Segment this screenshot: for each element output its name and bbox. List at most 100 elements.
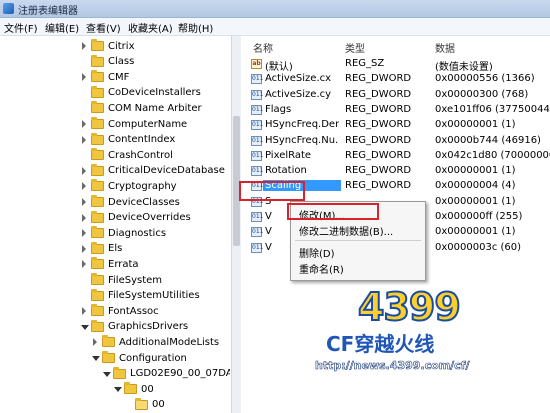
collapsed-arrow-icon[interactable]: [80, 178, 89, 194]
value-data: 0x00000001 (1): [435, 119, 516, 131]
column-header-data[interactable]: 数据: [435, 40, 455, 55]
folder-icon: [91, 273, 104, 285]
value-row[interactable]: 011 ActiveSize.cx REG_DWORD 0x00000556 (136…: [245, 71, 550, 87]
tree-node[interactable]: FileSystemUtilities: [80, 288, 200, 304]
menu-help[interactable]: 帮助(H): [178, 20, 213, 35]
value-name: Rotation: [265, 165, 307, 177]
modify-highlight-box: [287, 203, 379, 220]
tree-scrollbar[interactable]: [231, 36, 241, 413]
collapsed-arrow-icon[interactable]: [80, 38, 89, 54]
tree-node-label: FontAssoc: [108, 305, 159, 317]
collapsed-arrow-icon[interactable]: [80, 116, 89, 132]
value-data: 0x00000556 (1366): [435, 73, 535, 85]
collapsed-arrow-icon[interactable]: [80, 225, 89, 241]
reg-dword-icon: 011: [251, 242, 264, 253]
reg-dword-icon: 011: [251, 135, 264, 146]
collapsed-arrow-icon[interactable]: [80, 210, 89, 226]
tree-node-label: AdditionalModeLists: [119, 336, 220, 348]
menu-edit[interactable]: 编辑(E): [45, 20, 79, 35]
value-row[interactable]: 011HSyncFreq.Den... REG_DWORD 0x00000001 (…: [245, 117, 550, 133]
menu-favorites[interactable]: 收藏夹(A): [128, 20, 173, 35]
tree-node[interactable]: 00: [113, 381, 154, 397]
no-expander: [80, 85, 89, 101]
tree-node[interactable]: GraphicsDrivers: [80, 319, 188, 335]
expanded-arrow-icon[interactable]: [80, 319, 89, 335]
collapsed-arrow-icon[interactable]: [80, 132, 89, 148]
tree-node[interactable]: CriticalDeviceDatabase: [80, 163, 225, 179]
context-menu-delete[interactable]: 删除(D): [299, 245, 335, 260]
value-type: REG_DWORD: [345, 103, 412, 115]
tree-node-label: Errata: [108, 258, 139, 270]
value-row[interactable]: 011 HSyncFreq.Nu... REG_DWORD 0x0000b744 (4…: [245, 133, 550, 149]
tree-node-label: ComputerName: [108, 118, 188, 130]
collapsed-arrow-icon[interactable]: [80, 303, 89, 319]
tree-node[interactable]: DeviceClasses: [80, 194, 180, 210]
tree-node[interactable]: LGD02E90_00_07DA_: [102, 366, 230, 382]
tree-node[interactable]: CMF: [80, 69, 129, 85]
value-row[interactable]: 011 ActiveSize.cy REG_DWORD 0x00000300 (768…: [245, 87, 550, 103]
watermark-brand: 4399: [357, 284, 462, 330]
folder-icon: [91, 241, 104, 254]
folder-icon: [91, 54, 104, 67]
registry-tree[interactable]: Citrix Class CMF CoDeviceInstallers COM Name…: [0, 36, 230, 413]
tree-node[interactable]: Class: [80, 54, 134, 70]
tree-node-label: GraphicsDrivers: [108, 321, 189, 333]
tree-node-label: CrashControl: [108, 149, 173, 161]
tree-node[interactable]: Diagnostics: [80, 225, 166, 241]
tree-node[interactable]: FontAssoc: [80, 303, 159, 319]
tree-node[interactable]: Configuration: [91, 350, 187, 366]
watermark-url: http://news.4399.com/cf/: [315, 359, 470, 373]
value-type: REG_DWORD: [345, 88, 412, 100]
tree-node-label: DeviceOverrides: [108, 212, 191, 224]
tree-node[interactable]: CrashControl: [80, 147, 173, 163]
tree-node[interactable]: ContentIndex: [80, 132, 175, 148]
tree-node-label: Diagnostics: [108, 227, 167, 239]
collapsed-arrow-icon[interactable]: [80, 163, 89, 179]
tree-node[interactable]: Cryptography: [80, 178, 177, 194]
tree-node[interactable]: Errata: [80, 256, 139, 272]
tree-node[interactable]: Citrix: [80, 38, 135, 54]
tree-node-label: 00: [152, 399, 165, 411]
collapsed-arrow-icon[interactable]: [80, 69, 89, 85]
value-type: REG_DWORD: [345, 165, 412, 177]
folder-icon: [91, 226, 104, 239]
tree-node-label: COM Name Arbiter: [108, 102, 202, 114]
value-type: REG_DWORD: [345, 73, 412, 85]
tree-node-label: 00: [141, 383, 154, 395]
expanded-arrow-icon[interactable]: [91, 350, 100, 366]
watermark-logo: 4399 CF穿越火线 http://news.4399.com/cf/: [310, 284, 535, 385]
value-row[interactable]: 011 PixelRate REG_DWORD 0x042c1d80 (7000000…: [245, 148, 550, 164]
collapsed-arrow-icon[interactable]: [80, 194, 89, 210]
no-expander: [80, 147, 89, 163]
expanded-arrow-icon[interactable]: [113, 381, 122, 397]
menu-view[interactable]: 查看(V): [86, 20, 121, 35]
value-name: ActiveSize.cy: [265, 88, 332, 100]
tree-node[interactable]: Els: [80, 241, 122, 257]
folder-icon: [91, 148, 104, 161]
tree-node[interactable]: 00: [124, 397, 165, 413]
menu-file[interactable]: 文件(F): [4, 20, 38, 35]
context-menu-modify-binary[interactable]: 修改二进制数据(B)...: [299, 223, 393, 238]
expanded-arrow-icon[interactable]: [102, 366, 111, 382]
tree-node[interactable]: ComputerName: [80, 116, 187, 132]
collapsed-arrow-icon[interactable]: [80, 256, 89, 272]
value-row[interactable]: 011Flags REG_DWORD 0xe101ff06 (3775004422): [245, 102, 550, 118]
tree-node-label: LGD02E90_00_07DA_: [130, 368, 230, 380]
tree-node[interactable]: AdditionalModeLists: [91, 334, 219, 350]
collapsed-arrow-icon[interactable]: [91, 334, 100, 350]
tree-node-label: DeviceClasses: [108, 196, 180, 208]
tree-node[interactable]: FileSystem: [80, 272, 162, 288]
tree-node-label: CoDeviceInstallers: [108, 87, 201, 99]
column-header-type[interactable]: 类型: [345, 40, 365, 55]
tree-node[interactable]: CoDeviceInstallers: [80, 85, 201, 101]
context-menu-rename[interactable]: 重命名(R): [299, 261, 344, 276]
value-type: REG_DWORD: [345, 134, 412, 146]
tree-node[interactable]: DeviceOverrides: [80, 210, 191, 226]
tree-node[interactable]: COM Name Arbiter: [80, 100, 202, 116]
value-data: 0x0000003c (60): [435, 241, 522, 253]
collapsed-arrow-icon[interactable]: [80, 241, 89, 257]
value-row[interactable]: 011 Rotation REG_DWORD 0x00000001 (1): [245, 163, 550, 179]
column-header-name[interactable]: 名称: [253, 40, 273, 55]
value-name: HSyncFreq.Den...: [265, 119, 339, 131]
value-row[interactable]: ab (默认) REG_SZ (数值未设置): [245, 56, 550, 73]
